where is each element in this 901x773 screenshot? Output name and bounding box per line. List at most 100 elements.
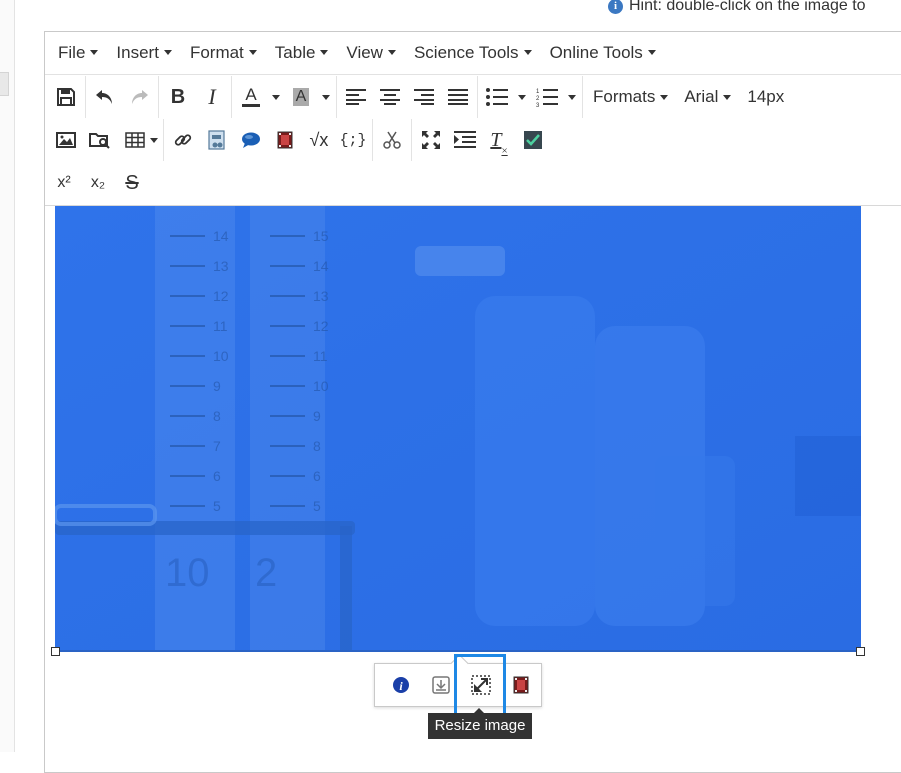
- chevron-down-icon: [163, 50, 172, 55]
- menu-insert[interactable]: Insert: [107, 43, 181, 63]
- fullscreen-button[interactable]: [414, 123, 448, 157]
- font-size-label: 14px: [747, 87, 785, 106]
- subscript-button[interactable]: x₂: [81, 166, 115, 200]
- insert-flash-button[interactable]: [268, 123, 302, 157]
- indent-button[interactable]: [448, 123, 482, 157]
- chevron-down-icon: [320, 50, 329, 55]
- svg-text:1: 1: [536, 89, 540, 95]
- resize-image-tooltip: Resize image: [428, 708, 532, 739]
- bg-color-label: A: [292, 88, 310, 106]
- redo-icon: [132, 90, 148, 104]
- toolbar-group-history: [86, 76, 159, 118]
- insert-code-button[interactable]: {;}: [336, 123, 370, 157]
- italic-button[interactable]: I: [195, 80, 229, 114]
- spellcheck-button[interactable]: [516, 123, 550, 157]
- table-icon: [124, 132, 145, 148]
- text-color-label: A: [245, 85, 257, 104]
- image-download-button[interactable]: [421, 667, 461, 703]
- text-color-bar: [242, 104, 260, 107]
- insert-equation-button[interactable]: √x: [302, 123, 336, 157]
- rich-text-editor: File Insert Format Table View Science To…: [44, 31, 901, 773]
- toolbar-group-table: [119, 119, 164, 161]
- insert-comment-button[interactable]: [234, 123, 268, 157]
- bullet-list-dropdown[interactable]: [514, 80, 530, 114]
- menu-table[interactable]: Table: [266, 43, 338, 63]
- insert-link-button[interactable]: [166, 123, 200, 157]
- menu-online-tools[interactable]: Online Tools: [541, 43, 665, 63]
- indent-icon: [454, 131, 476, 148]
- film-icon: [513, 676, 529, 694]
- font-family-label: Arial: [684, 87, 719, 106]
- align-left-button[interactable]: [339, 80, 373, 114]
- menu-view-label: View: [346, 43, 383, 62]
- numbered-list-dropdown[interactable]: [564, 80, 580, 114]
- clear-format-x-icon: ×: [501, 145, 508, 157]
- bullet-list-icon: [486, 88, 508, 106]
- menu-file[interactable]: File: [49, 43, 107, 63]
- save-button[interactable]: [49, 80, 83, 114]
- formats-dropdown[interactable]: Formats: [585, 80, 676, 114]
- chevron-down-icon: [90, 50, 99, 55]
- document-media-icon: [208, 130, 225, 150]
- menu-science-tools[interactable]: Science Tools: [405, 43, 541, 63]
- svg-text:2: 2: [536, 96, 540, 102]
- align-justify-button[interactable]: [441, 80, 475, 114]
- subscript-label: x₂: [90, 174, 106, 191]
- bullet-list-button[interactable]: [480, 80, 514, 114]
- bg-color-dropdown[interactable]: [318, 80, 334, 114]
- align-center-button[interactable]: [373, 80, 407, 114]
- image-flash-button[interactable]: [501, 667, 541, 703]
- numbered-list-icon: 123: [536, 89, 558, 107]
- hint-text: Hint: double-click on the image to: [629, 0, 866, 14]
- menu-format[interactable]: Format: [181, 43, 266, 63]
- info-icon: i: [393, 677, 409, 693]
- font-family-dropdown[interactable]: Arial: [676, 80, 739, 114]
- speech-bubble-icon: [242, 132, 260, 148]
- redo-button[interactable]: [122, 80, 156, 114]
- toolbar-group-style: B I: [159, 76, 232, 118]
- bold-label: B: [170, 85, 186, 108]
- text-color-button[interactable]: A: [234, 80, 268, 114]
- numbered-list-button[interactable]: 123: [530, 80, 564, 114]
- undo-icon: [96, 90, 112, 104]
- toolbar-group-lists: 123: [478, 76, 583, 118]
- bg-color-button[interactable]: A: [284, 80, 318, 114]
- toolbar-group-misc: T ×: [412, 119, 552, 161]
- image-info-button[interactable]: i: [381, 667, 421, 703]
- clear-formatting-button[interactable]: T ×: [482, 123, 516, 158]
- chevron-down-icon: [149, 137, 158, 143]
- undo-button[interactable]: [88, 80, 122, 114]
- hint-text-container: i Hint: double-click on the image to: [608, 0, 866, 15]
- menu-insert-label: Insert: [116, 43, 159, 62]
- cut-button[interactable]: [375, 123, 409, 157]
- scissors-icon: [383, 131, 401, 149]
- align-right-button[interactable]: [407, 80, 441, 114]
- left-collapse-tab[interactable]: [0, 72, 9, 96]
- toolbar-row-3: x² x₂ S: [45, 162, 901, 204]
- save-icon: [57, 88, 75, 106]
- chevron-down-icon: [518, 94, 526, 100]
- equation-label: √x: [309, 129, 329, 150]
- menu-view[interactable]: View: [337, 43, 405, 63]
- image-icon: [56, 132, 76, 148]
- toolbar-group-save: [47, 76, 86, 118]
- clear-format-label: T: [490, 128, 502, 151]
- resize-handle-bottom-left[interactable]: [51, 647, 60, 656]
- toolbar-row-1: B I A A 1 2 3 Formats Arial 14px: [45, 76, 901, 118]
- bold-button[interactable]: B: [161, 80, 195, 114]
- italic-label: I: [208, 84, 216, 109]
- insert-image-button[interactable]: [49, 123, 83, 157]
- resize-handle-bottom-right[interactable]: [856, 647, 865, 656]
- chevron-down-icon: [723, 94, 732, 100]
- font-size-dropdown[interactable]: 14px: [739, 80, 792, 114]
- chevron-down-icon: [647, 50, 656, 55]
- insert-table-button[interactable]: [121, 123, 161, 157]
- menu-table-label: Table: [274, 43, 316, 62]
- text-color-dropdown[interactable]: [268, 80, 284, 114]
- strikethrough-button[interactable]: S: [115, 166, 149, 200]
- image-resize-button[interactable]: [461, 667, 501, 703]
- superscript-button[interactable]: x²: [47, 166, 81, 200]
- media-browser-button[interactable]: [83, 123, 117, 157]
- insert-video-button[interactable]: [200, 123, 234, 157]
- chevron-down-icon: [322, 94, 330, 100]
